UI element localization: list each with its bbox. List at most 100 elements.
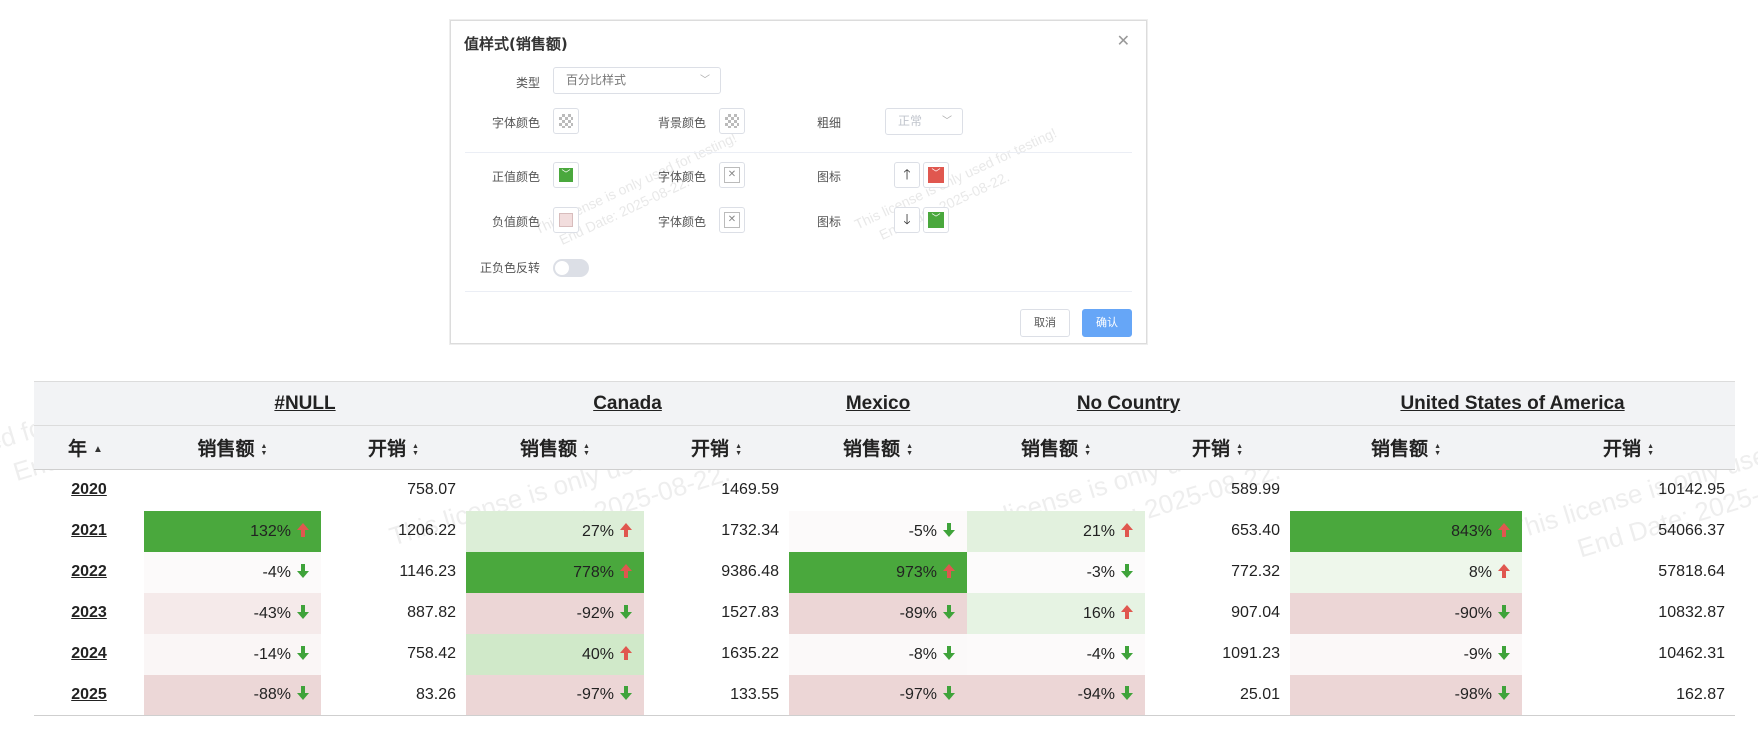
country-header-null[interactable]: #NULL [144, 381, 467, 426]
year-cell[interactable]: 2022 [34, 552, 144, 593]
close-icon: ✕ [724, 212, 740, 228]
sort-asc-icon[interactable]: ▲ [93, 445, 103, 455]
transparent-swatch [725, 114, 739, 128]
arrow-down-icon [1115, 645, 1135, 663]
percent-cell: -4% [967, 633, 1146, 675]
positive-color-picker[interactable]: ﹀ [553, 162, 579, 188]
value-cell: 57818.64 [1658, 563, 1726, 580]
table-row: 2023 -43% 887.82 -92% 1527.83 -89% 16% 907.04 -9… [34, 592, 1735, 634]
sort-icon[interactable]: ▲ ▼ [1084, 443, 1091, 457]
metric-column-header[interactable]: 销售额 ▲ ▼ [789, 425, 968, 470]
metric-column-header[interactable]: 开销 ▲ ▼ [1145, 425, 1291, 470]
percent-cell: -8% [789, 633, 968, 675]
percent-cell: -97% [789, 674, 968, 716]
value-cell: 83.26 [321, 674, 467, 716]
country-header-canada[interactable]: Canada [466, 381, 790, 426]
arrow-down-icon [1492, 604, 1512, 622]
positive-icon-color-picker[interactable]: ﹀ [923, 162, 949, 188]
arrow-down-icon [291, 645, 311, 663]
arrow-down-icon [1115, 686, 1135, 703]
year-cell[interactable]: 2025 [34, 674, 144, 716]
divider [465, 152, 1132, 153]
sort-icon[interactable]: ▲ ▼ [412, 443, 419, 457]
arrow-down-icon [614, 604, 634, 622]
metric-header-label: 开销 [691, 439, 730, 460]
percent-cell: 16% [967, 592, 1146, 634]
percent-cell: -3% [967, 551, 1146, 593]
cancel-button[interactable]: 取消 [1020, 309, 1070, 337]
value-cell: 10832.87 [1658, 604, 1726, 621]
sort-icon[interactable]: ▲ ▼ [906, 443, 913, 457]
arrow-down-icon-picker[interactable]: 🡓 [894, 207, 920, 233]
negative-font-color-label: 字体颜色 [657, 215, 706, 229]
chevron-down-icon: ﹀ [700, 75, 710, 86]
arrow-up-icon-picker[interactable]: 🡑 [894, 162, 920, 188]
font-color-picker[interactable] [553, 108, 579, 134]
chevron-down-icon: ﹀ [928, 167, 944, 183]
percent-cell: 132% [144, 510, 321, 552]
value-cell: 1527.83 [721, 604, 780, 621]
arrow-up-icon [937, 563, 957, 581]
year-cell[interactable]: 2023 [34, 593, 144, 634]
year-cell[interactable]: 2021 [34, 511, 144, 552]
chevron-down-icon: ﹀ [559, 168, 573, 182]
watermark: This license is only used for testing!En… [851, 124, 1059, 243]
percent-cell [967, 470, 1145, 511]
percent-cell: 40% [466, 633, 645, 675]
bg-color-picker[interactable] [719, 108, 745, 134]
arrow-up-icon [1115, 604, 1135, 622]
negative-icon-color-picker[interactable]: ﹀ [923, 207, 949, 233]
percent-cell: 778% [466, 551, 645, 593]
country-header-mexico[interactable]: Mexico [789, 381, 968, 426]
country-header-usa[interactable]: United States of America [1290, 381, 1736, 426]
value-cell: 1635.22 [721, 645, 780, 662]
year-column-header[interactable]: 年 ▲ [34, 425, 144, 470]
chevron-down-icon: ﹀ [942, 116, 952, 127]
confirm-button[interactable]: 确认 [1082, 309, 1132, 337]
arrow-down-icon [291, 563, 311, 581]
positive-font-color-picker[interactable]: ✕ [719, 162, 745, 188]
metric-column-header[interactable]: 开销 ▲ ▼ [1522, 425, 1736, 470]
invert-toggle[interactable] [553, 259, 589, 277]
value-style-dialog: 值样式(销售额) ✕ This license is only used for… [450, 20, 1147, 344]
sort-icon[interactable]: ▲ ▼ [735, 443, 742, 457]
sort-icon[interactable]: ▲ ▼ [1236, 443, 1243, 457]
country-header-no-country[interactable]: No Country [967, 381, 1291, 426]
percent-cell: -43% [144, 592, 321, 634]
sort-icon[interactable]: ▲ ▼ [261, 443, 268, 457]
metric-column-header[interactable]: 销售额 ▲ ▼ [466, 425, 645, 470]
close-icon[interactable]: ✕ [1117, 31, 1130, 50]
weight-label: 粗细 [816, 116, 841, 130]
weight-select[interactable]: 正常 ﹀ [885, 108, 963, 135]
table-row: 2025 -88% 83.26 -97% 133.55 -97% -94% 25.01 -98%… [34, 674, 1736, 716]
value-cell: 1091.23 [1222, 645, 1281, 662]
sort-icon[interactable]: ▲ ▼ [583, 443, 590, 457]
negative-font-color-picker[interactable]: ✕ [719, 207, 745, 233]
arrow-up-icon [614, 522, 634, 540]
percent-cell: 21% [967, 510, 1146, 552]
metric-column-header[interactable]: 销售额 ▲ ▼ [967, 425, 1146, 470]
metric-header-label: 开销 [368, 439, 407, 460]
metric-column-header[interactable]: 开销 ▲ ▼ [644, 425, 790, 470]
type-select[interactable]: 百分比样式 ﹀ [553, 67, 721, 94]
percent-cell: -4% [144, 551, 321, 593]
percent-cell: -5% [789, 510, 968, 552]
table-row: 2022 -4% 1146.23 778% 9386.48 973% -3% 772.32 8%… [34, 551, 1735, 593]
metric-column-header[interactable]: 开销 ▲ ▼ [321, 425, 467, 470]
metric-column-header[interactable]: 销售额 ▲ ▼ [1290, 425, 1523, 470]
arrow-up-icon [1492, 522, 1512, 540]
dialog-title: 值样式(销售额) [464, 35, 568, 53]
year-cell[interactable]: 2024 [34, 634, 144, 675]
metric-header-label: 销售额 [1371, 439, 1429, 460]
negative-color-picker[interactable] [553, 207, 579, 233]
metric-header-label: 销售额 [520, 439, 578, 460]
sort-icon[interactable]: ▲ ▼ [1647, 443, 1654, 457]
percent-cell: -9% [1290, 633, 1523, 675]
metric-column-header[interactable]: 销售额 ▲ ▼ [144, 425, 321, 470]
sort-icon[interactable]: ▲ ▼ [1434, 443, 1441, 457]
value-cell: 1732.34 [721, 522, 780, 539]
percent-cell: -14% [144, 633, 321, 675]
arrow-up-icon [291, 522, 311, 540]
year-cell[interactable]: 2020 [34, 470, 144, 511]
value-cell: 162.87 [1522, 674, 1736, 716]
